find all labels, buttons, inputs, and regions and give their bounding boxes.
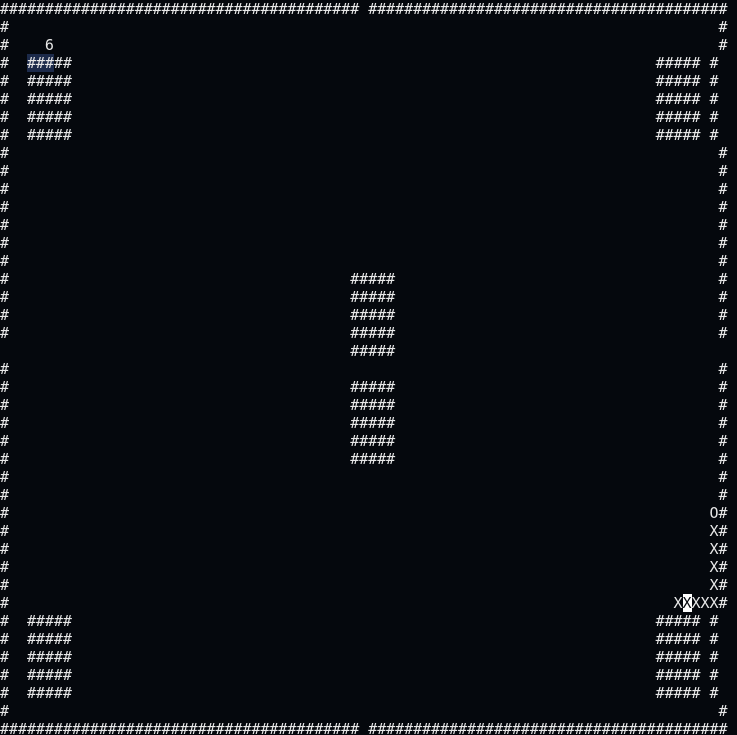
board-row: # XXXXX#: [0, 594, 728, 612]
board-row: # #: [0, 216, 728, 234]
board-row: # ##### ##### #: [0, 54, 727, 72]
board-row: # ##### #: [0, 432, 728, 450]
game-board: ########################################…: [0, 0, 728, 735]
board-row: # ##### #: [0, 324, 728, 342]
board-row: # #: [0, 468, 728, 486]
board-row: # ##### ##### #: [0, 648, 719, 666]
board-row: ########################################…: [0, 0, 728, 18]
board-row-text: #: [53, 36, 728, 54]
board-row: # #: [0, 486, 728, 504]
board-row: # X#: [0, 522, 728, 540]
board-row: # #: [0, 144, 728, 162]
board-row: # ##### ##### #: [0, 612, 719, 630]
terminal-cursor: X: [682, 594, 692, 612]
board-row: # X#: [0, 558, 728, 576]
board-row: #####: [0, 342, 728, 360]
board-row: # ##### #: [0, 450, 728, 468]
board-row: # ##### #: [0, 306, 728, 324]
board-row-text: # X: [0, 594, 683, 612]
board-row: # ##### #: [0, 270, 728, 288]
board-row: # #: [0, 18, 728, 36]
selection-highlight: ###: [26, 54, 54, 72]
board-row: # #: [0, 198, 728, 216]
board-row: # ##### ##### #: [0, 108, 719, 126]
board-row: # O#: [0, 504, 728, 522]
board-row: # ##### ##### #: [0, 684, 719, 702]
board-row: # 6 #: [0, 36, 728, 54]
board-row: # #: [0, 162, 728, 180]
board-row-text: ## ##### #: [53, 54, 719, 72]
score-counter: 6: [44, 36, 54, 54]
board-row: # ##### #: [0, 414, 728, 432]
board-row: # #: [0, 702, 728, 720]
board-row: ########################################…: [0, 720, 728, 735]
board-row: # #: [0, 252, 728, 270]
board-row: # #: [0, 180, 728, 198]
board-row: # ##### ##### #: [0, 72, 719, 90]
board-row-text: XXX#: [691, 594, 728, 612]
board-row: # ##### #: [0, 396, 728, 414]
board-row: # ##### ##### #: [0, 630, 719, 648]
board-row: # ##### ##### #: [0, 666, 719, 684]
board-row-text: #: [0, 36, 45, 54]
board-row: # X#: [0, 540, 728, 558]
board-row: # ##### ##### #: [0, 90, 719, 108]
board-row: # #: [0, 234, 728, 252]
terminal-window[interactable]: ########################################…: [0, 0, 737, 735]
board-row: # ##### #: [0, 288, 728, 306]
board-row-text: #: [0, 54, 27, 72]
board-row: # ##### #: [0, 378, 728, 396]
board-row: # ##### ##### #: [0, 126, 719, 144]
board-row: # X#: [0, 576, 728, 594]
board-row: # #: [0, 360, 728, 378]
